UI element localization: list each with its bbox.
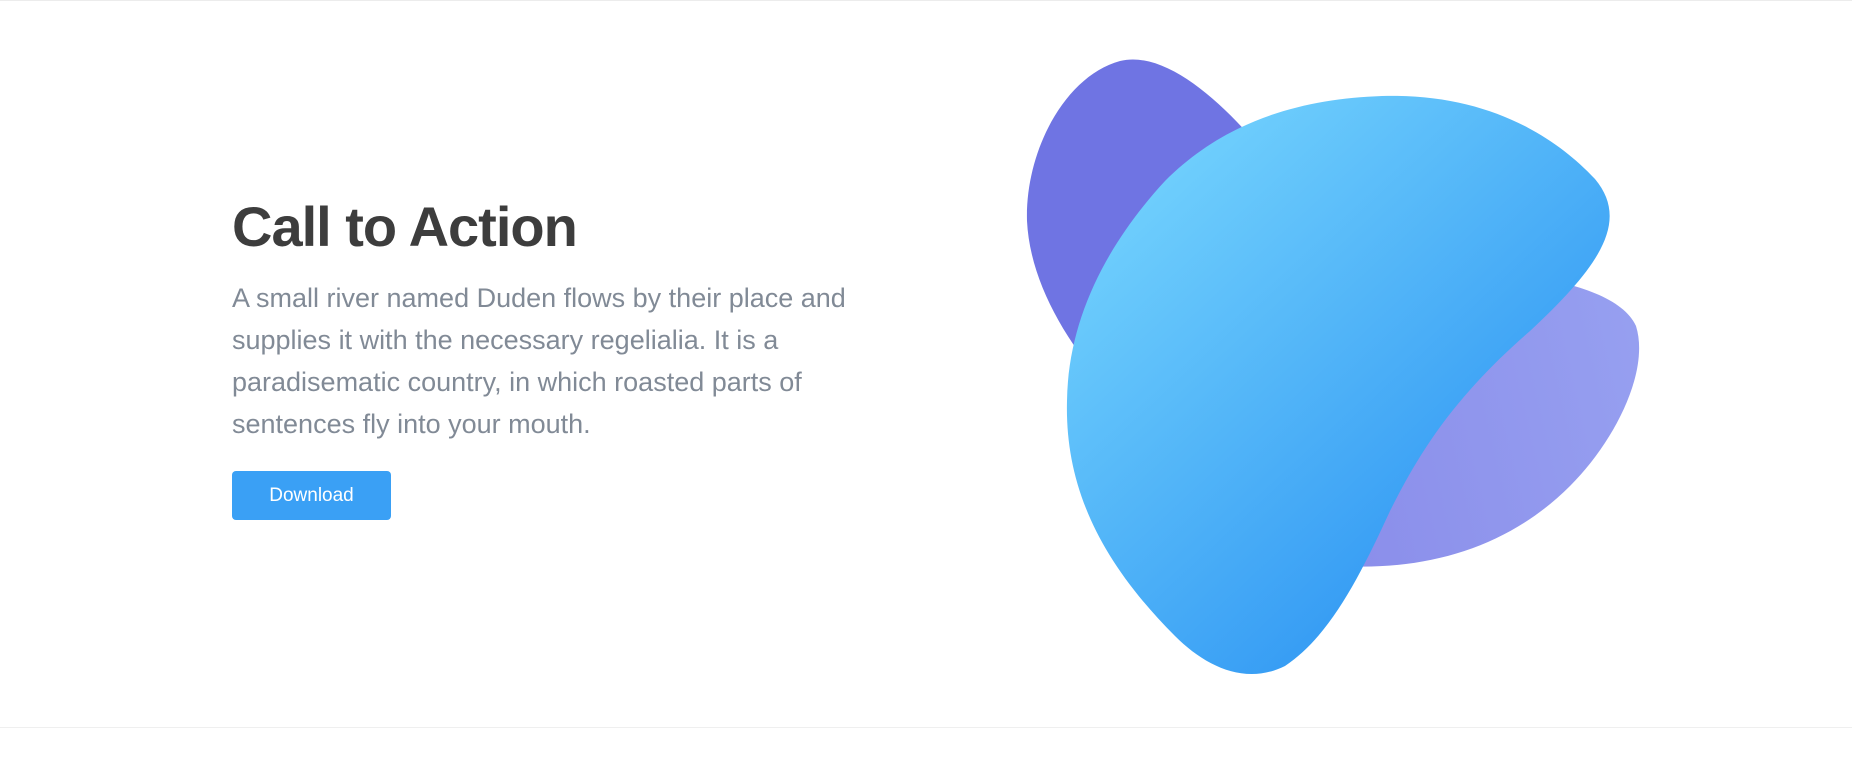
download-button[interactable]: Download <box>232 471 391 520</box>
cta-section: Call to Action A small river named Duden… <box>0 1 1852 727</box>
page-title: Call to Action <box>232 195 578 258</box>
cta-content: Call to Action A small river named Duden… <box>232 191 872 520</box>
cta-description: A small river named Duden flows by their… <box>232 283 846 439</box>
next-section <box>0 728 1852 767</box>
abstract-blob-illustration <box>1026 59 1640 675</box>
